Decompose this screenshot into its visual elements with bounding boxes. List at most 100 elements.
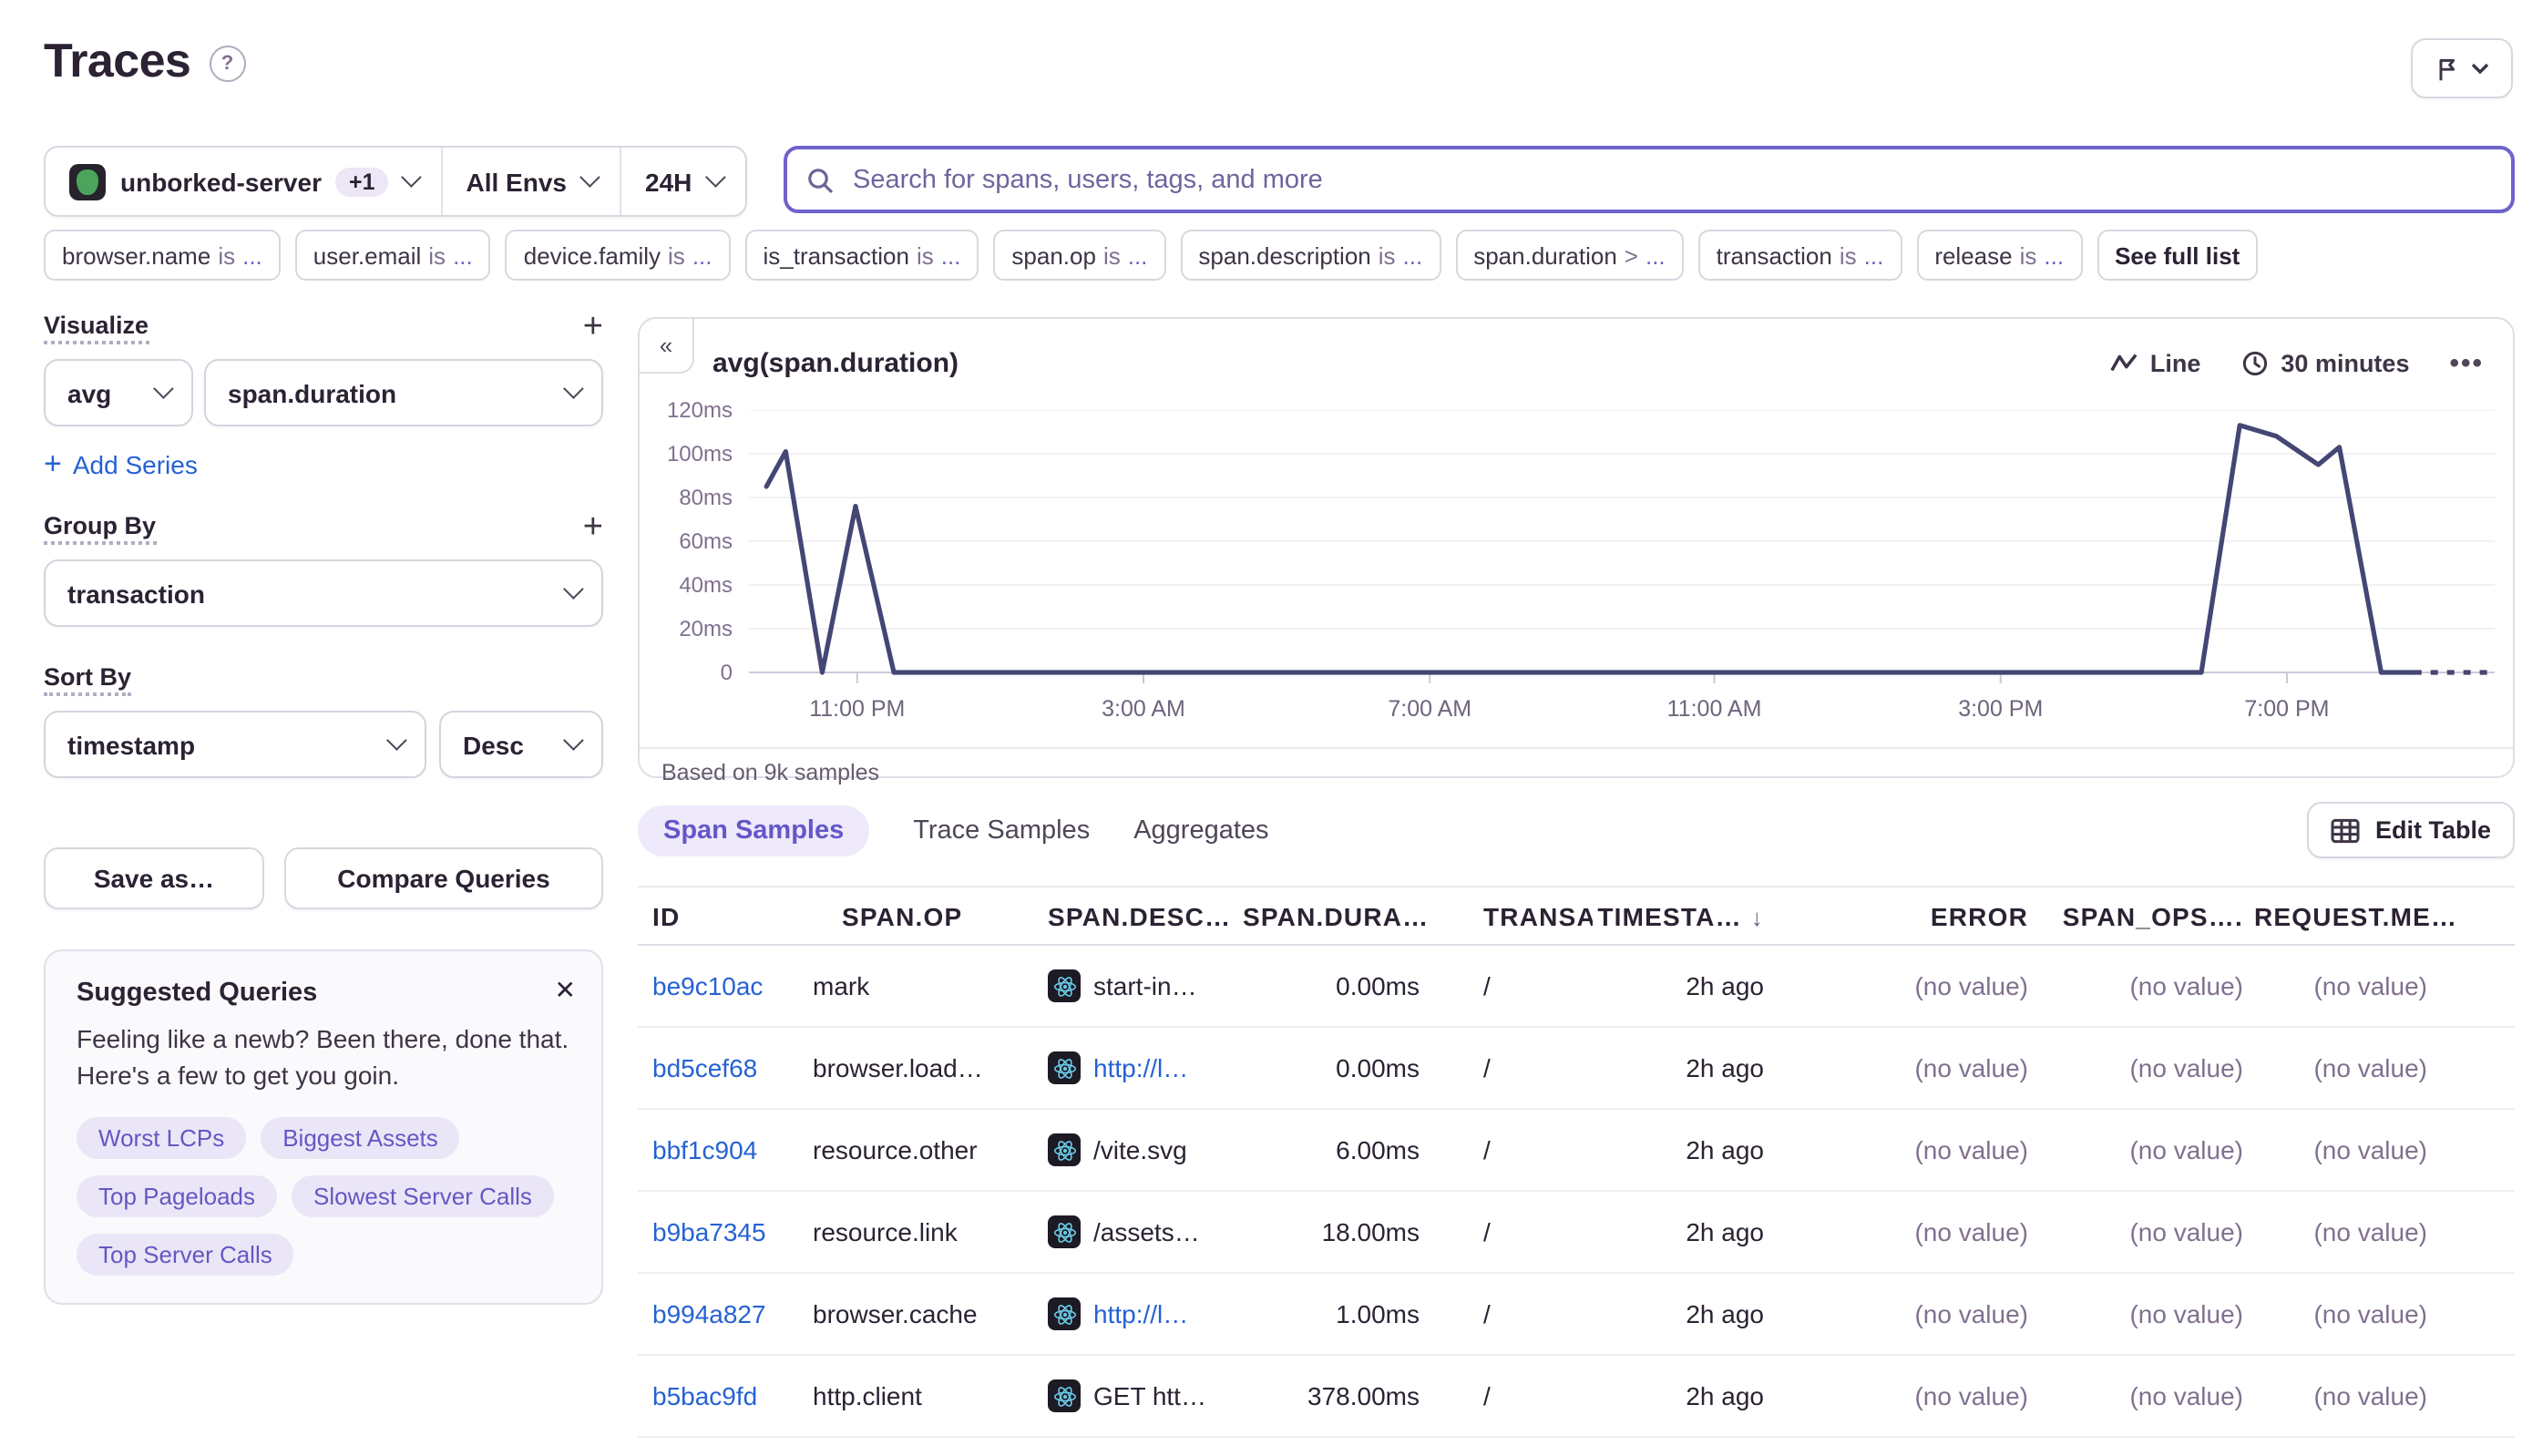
span-samples-table: IDSPAN.OPSPAN.DESC…SPAN.DURA…TRANSACTI…T… (638, 886, 2515, 1456)
filter-chip[interactable]: is_transactionis... (745, 230, 979, 281)
column-header[interactable]: ERROR (1775, 901, 2039, 930)
close-icon[interactable]: ✕ (555, 975, 576, 1006)
table-row[interactable]: b5bac9fd http.client GET htt… 378.00ms /… (638, 1356, 2515, 1438)
error-cell: (no value) (1775, 1381, 2039, 1410)
column-header[interactable]: SPAN.DESC… (1028, 901, 1243, 930)
column-header[interactable]: SPAN.OP (813, 901, 1028, 930)
span-description-text[interactable]: http://l… (1093, 1299, 1188, 1328)
project-selector[interactable]: unborked-server +1 (46, 148, 441, 215)
aggregate-field-select[interactable]: span.duration (204, 359, 603, 426)
aggregate-function-select[interactable]: avg (44, 359, 193, 426)
react-project-icon (1048, 1051, 1081, 1084)
sort-direction-select[interactable]: Desc (439, 711, 603, 778)
filter-chip[interactable]: span.opis... (993, 230, 1165, 281)
suggested-query-chip[interactable]: Top Server Calls (77, 1234, 294, 1276)
chart-menu-button[interactable]: ••• (2449, 347, 2484, 378)
table-icon (2332, 817, 2361, 843)
chart-type-selector[interactable]: Line (2110, 349, 2201, 376)
search-input[interactable] (849, 163, 2493, 196)
span-id-link[interactable]: b5bac9fd (652, 1381, 757, 1410)
transaction-cell: / (1429, 1135, 1593, 1164)
see-full-list-button[interactable]: See full list (2097, 230, 2258, 281)
table-row[interactable]: bd5cef68 browser.load… http://l… 0.00ms … (638, 1028, 2515, 1110)
sidebar-actions: Save as… Compare Queries (44, 847, 603, 909)
column-header[interactable]: SPAN_OPS…. (2039, 901, 2254, 930)
chart-sample-count: Based on 9k samples (640, 747, 2513, 796)
chart-interval-selector[interactable]: 30 minutes (2240, 349, 2409, 376)
filter-value: ... (1864, 241, 1884, 269)
span-description-text[interactable]: http://l… (1093, 1053, 1188, 1082)
span-id-link[interactable]: b994a827 (652, 1299, 766, 1328)
edit-table-button[interactable]: Edit Table (2308, 802, 2515, 858)
visualize-label: Visualize (44, 312, 149, 344)
filter-chip[interactable]: transactionis... (1698, 230, 1902, 281)
tab-trace-samples[interactable]: Trace Samples (913, 805, 1090, 856)
add-series-button[interactable]: + Add Series (44, 446, 603, 483)
suggested-query-chip[interactable]: Top Pageloads (77, 1175, 277, 1217)
help-icon[interactable]: ? (209, 46, 245, 82)
suggested-query-chip[interactable]: Worst LCPs (77, 1117, 246, 1159)
save-as-button[interactable]: Save as… (44, 847, 264, 909)
filter-chip[interactable]: span.descriptionis... (1180, 230, 1440, 281)
group-by-value: transaction (67, 579, 205, 608)
column-header[interactable]: SPAN.DURA… (1243, 901, 1429, 930)
span-id-link[interactable]: be9c10ac (652, 971, 763, 1000)
flag-button[interactable] (2411, 38, 2513, 98)
suggested-query-chip[interactable]: Slowest Server Calls (292, 1175, 554, 1217)
chevron-down-icon (563, 579, 584, 600)
sort-by-header: Sort By (44, 661, 603, 698)
add-visualize-button[interactable]: + (583, 315, 603, 341)
tab-span-samples[interactable]: Span Samples (638, 805, 869, 856)
timestamp-cell[interactable]: 2h ago (1686, 971, 1764, 1000)
table-row[interactable]: b41bfb26 resource.ifra… https://… 276.00… (638, 1438, 2515, 1456)
timestamp-cell[interactable]: 2h ago (1686, 1299, 1764, 1328)
span-description-cell: GET htt… (1028, 1379, 1243, 1412)
request-method-cell: (no value) (2254, 1053, 2515, 1082)
filter-chip[interactable]: user.emailis... (295, 230, 491, 281)
span-description-text: start-in… (1093, 971, 1197, 1000)
tab-aggregates[interactable]: Aggregates (1133, 805, 1268, 856)
filter-chip[interactable]: releaseis... (1916, 230, 2082, 281)
span-id-link[interactable]: bd5cef68 (652, 1053, 757, 1082)
table-row[interactable]: be9c10ac mark start-in… 0.00ms / 2h ago … (638, 946, 2515, 1028)
group-by-select[interactable]: transaction (44, 559, 603, 627)
y-tick-label: 0 (638, 660, 733, 685)
add-group-by-button[interactable]: + (583, 516, 603, 541)
table-row[interactable]: bbf1c904 resource.other /vite.svg 6.00ms… (638, 1110, 2515, 1192)
column-header[interactable]: REQUEST.ME… (2254, 901, 2515, 930)
sort-field-select[interactable]: timestamp (44, 711, 426, 778)
aggregate-function-value: avg (67, 378, 111, 407)
search-bar[interactable] (784, 146, 2515, 213)
timestamp-cell[interactable]: 2h ago (1686, 1135, 1764, 1164)
filter-chip[interactable]: span.duration>... (1455, 230, 1683, 281)
column-header[interactable]: TRANSACTI… (1429, 901, 1593, 930)
line-chart[interactable]: 020ms40ms60ms80ms100ms120ms 11:00 PM3:00… (749, 410, 2495, 683)
suggested-query-chip[interactable]: Biggest Assets (261, 1117, 460, 1159)
table-row[interactable]: b994a827 browser.cache http://l… 1.00ms … (638, 1274, 2515, 1356)
column-header[interactable]: TIMESTA…↓ (1593, 901, 1775, 930)
x-tick-label: 11:00 PM (809, 696, 905, 722)
timestamp-cell[interactable]: 2h ago (1686, 1381, 1764, 1410)
clock-icon (2240, 349, 2268, 376)
compare-queries-button[interactable]: Compare Queries (284, 847, 603, 909)
span-op-cell: mark (813, 971, 1028, 1000)
filter-chip[interactable]: device.familyis... (506, 230, 731, 281)
y-tick-label: 80ms (638, 485, 733, 510)
line-chart-icon (2110, 352, 2138, 374)
environment-selector[interactable]: All Envs (443, 148, 620, 215)
request-method-cell: (no value) (2254, 1299, 2515, 1328)
timestamp-cell[interactable]: 2h ago (1686, 1217, 1764, 1246)
span-duration-cell: 0.00ms (1243, 971, 1429, 1000)
filter-chip[interactable]: browser.nameis... (44, 230, 281, 281)
collapse-sidebar-button[interactable]: « (638, 317, 694, 374)
filter-key: browser.name (62, 241, 210, 269)
timestamp-cell[interactable]: 2h ago (1686, 1053, 1764, 1082)
span-description-cell: /vite.svg (1028, 1133, 1243, 1166)
flag-icon (2435, 56, 2460, 81)
span-id-link[interactable]: bbf1c904 (652, 1135, 757, 1164)
y-tick-label: 20ms (638, 616, 733, 641)
table-row[interactable]: b9ba7345 resource.link /assets… 18.00ms … (638, 1192, 2515, 1274)
span-id-link[interactable]: b9ba7345 (652, 1217, 766, 1246)
column-header[interactable]: ID (638, 901, 813, 930)
time-range-selector[interactable]: 24H (621, 148, 744, 215)
